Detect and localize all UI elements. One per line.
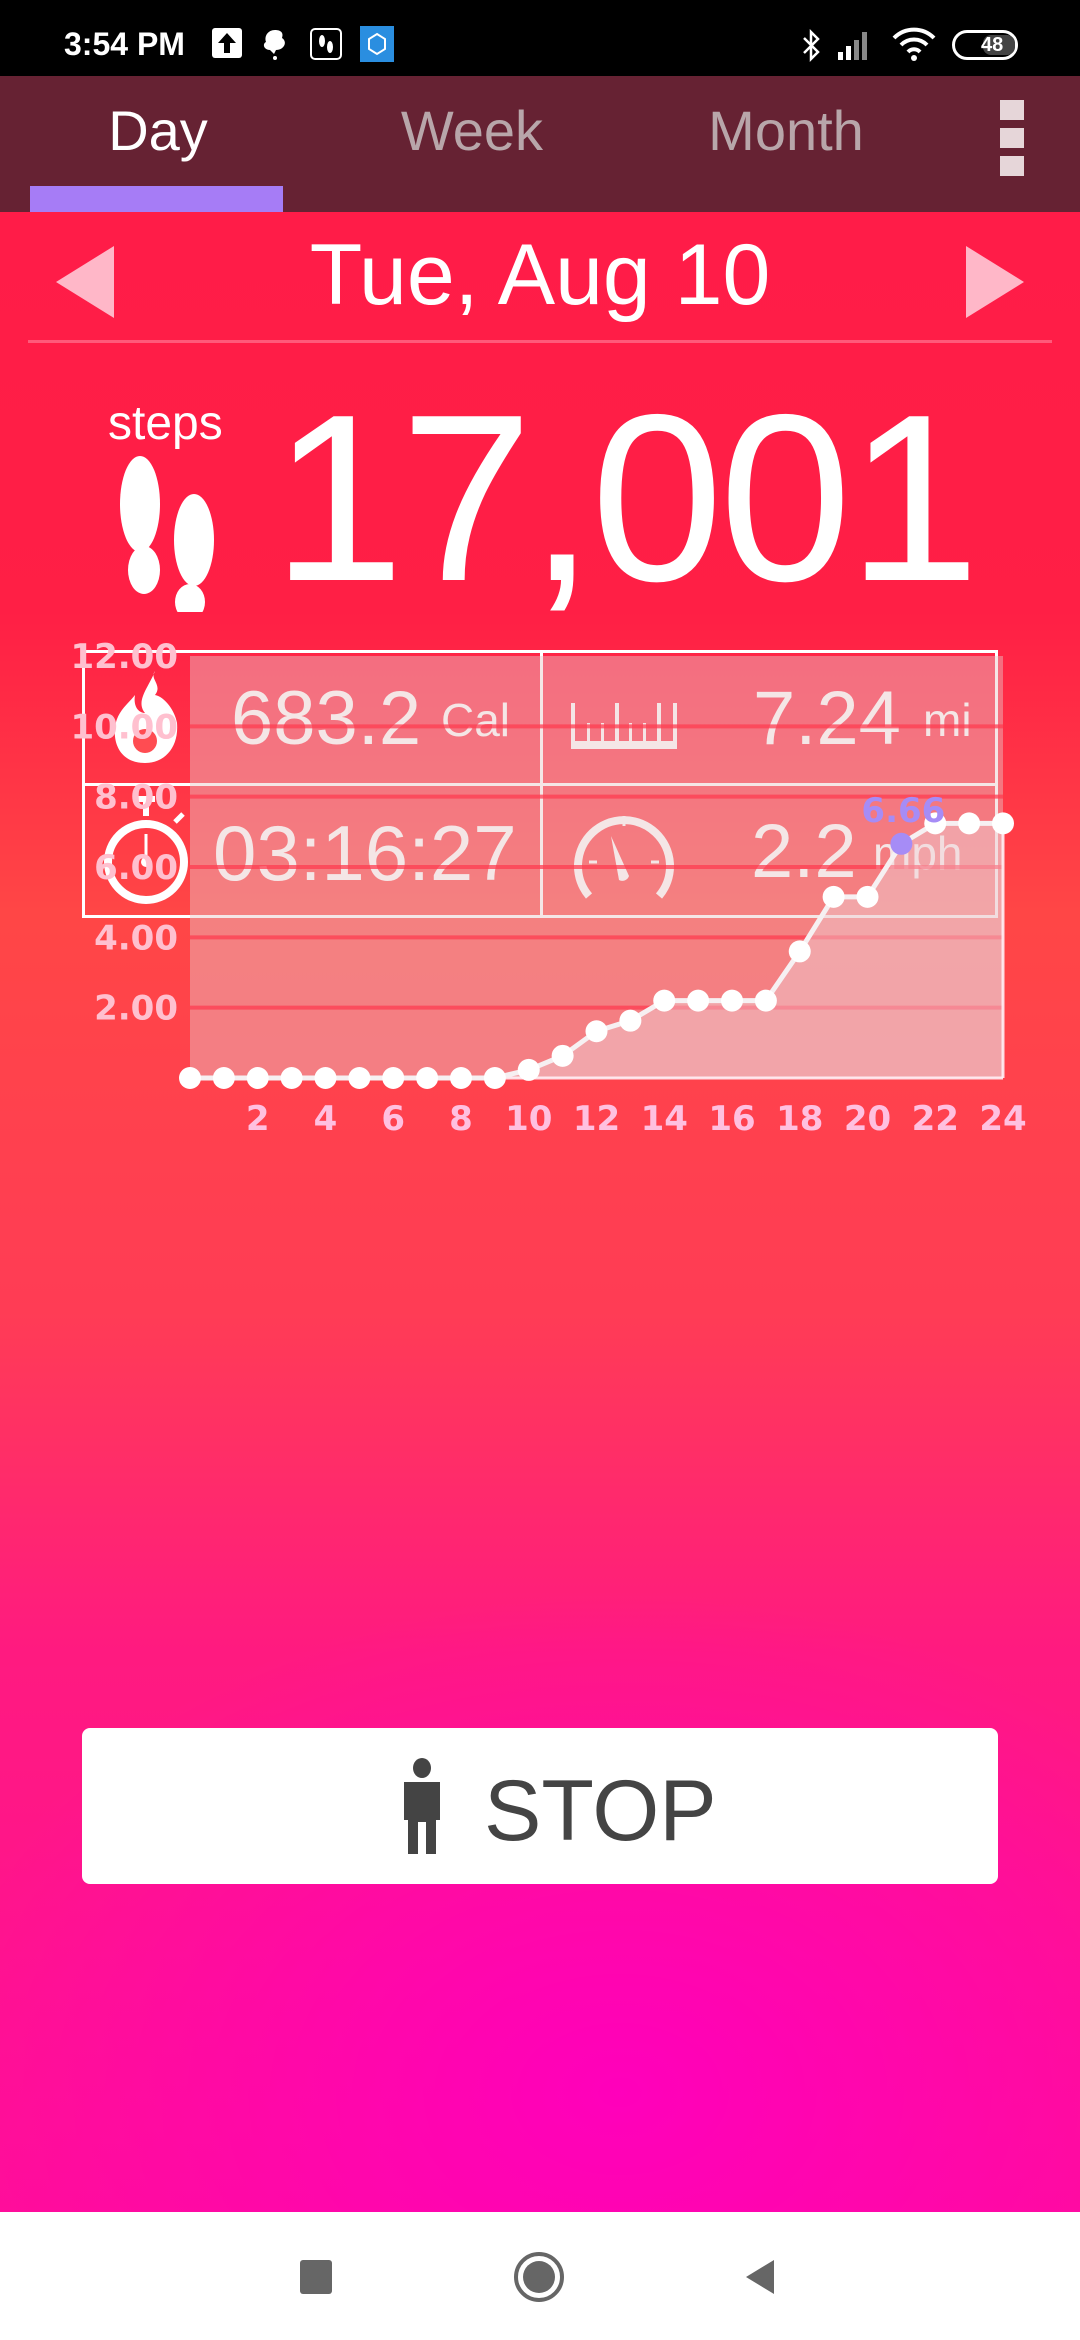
battery-level: 48 <box>981 34 1004 56</box>
tab-month[interactable]: Month <box>656 98 916 163</box>
period-tab-bar: Day Week Month <box>0 76 1080 212</box>
current-date: Tue, Aug 10 <box>309 227 771 323</box>
x-tick-label: 6 <box>381 1099 405 1139</box>
x-tick-label: 10 <box>505 1099 552 1139</box>
footsteps-app-icon <box>310 28 342 60</box>
data-point <box>687 989 710 1012</box>
x-tick-label: 12 <box>573 1099 620 1139</box>
data-point <box>721 989 743 1012</box>
active-tab-indicator <box>30 186 283 212</box>
back-button[interactable] <box>744 2258 776 2296</box>
signal-icon <box>838 32 867 60</box>
data-point <box>856 885 879 908</box>
main-content: Tue, Aug 10 steps 17,001 683.2 Cal <box>0 212 1080 2212</box>
date-navigator: Tue, Aug 10 <box>0 212 1080 342</box>
system-navigation-bar <box>0 2212 1080 2340</box>
data-point <box>212 1067 235 1089</box>
x-tick-label: 20 <box>844 1099 891 1139</box>
wifi-icon <box>892 27 936 61</box>
data-point <box>416 1067 439 1089</box>
data-point <box>280 1067 303 1089</box>
y-tick-label: 2.00 <box>94 989 178 1029</box>
x-tick-label: 16 <box>708 1099 755 1139</box>
x-tick-label: 22 <box>912 1099 959 1139</box>
y-tick-label: 6.00 <box>94 848 178 888</box>
data-point <box>619 1009 642 1032</box>
next-day-arrow-icon[interactable] <box>966 246 1024 318</box>
data-point <box>992 812 1014 835</box>
highlighted-data-point <box>890 832 913 855</box>
status-bar: 3:54 PM 48 <box>0 0 1080 76</box>
stop-button[interactable]: STOP <box>82 1728 998 1884</box>
data-point <box>179 1067 201 1089</box>
distance-by-hour-chart: 2.004.006.008.0010.0012.002 4 6 8 10 12 14 16 18… <box>70 642 1026 1139</box>
status-time: 3:54 PM <box>64 26 185 62</box>
data-point <box>788 940 811 963</box>
data-point <box>551 1044 574 1067</box>
steps-label: steps <box>108 397 223 450</box>
data-point <box>585 1020 608 1043</box>
y-tick-label: 8.00 <box>94 778 178 818</box>
data-point <box>517 1058 540 1081</box>
data-point <box>246 1067 269 1089</box>
upload-icon <box>212 28 242 58</box>
battery-icon: 48 <box>952 30 1018 60</box>
x-tick-label: 2 <box>246 1099 270 1139</box>
tab-week[interactable]: Week <box>342 98 602 163</box>
y-tick-label: 4.00 <box>94 918 178 958</box>
recents-button[interactable] <box>300 2260 332 2294</box>
data-point <box>382 1067 405 1089</box>
x-tick-label: 14 <box>641 1099 688 1139</box>
data-point <box>314 1067 337 1089</box>
y-tick-label: 12.00 <box>70 642 178 677</box>
data-point <box>450 1067 472 1089</box>
stop-button-label: STOP <box>484 1763 717 1859</box>
data-point <box>958 812 981 835</box>
data-point <box>754 989 777 1012</box>
home-button[interactable] <box>514 2252 564 2302</box>
x-tick-label: 8 <box>449 1099 473 1139</box>
data-point <box>348 1067 371 1089</box>
bug-icon <box>263 30 285 60</box>
mi-app-icon <box>360 26 394 62</box>
data-point <box>483 1067 506 1089</box>
x-tick-label: 4 <box>314 1099 338 1139</box>
divider <box>28 340 1052 343</box>
y-tick-label: 10.00 <box>70 707 178 747</box>
footprints-icon <box>120 456 214 612</box>
tab-day[interactable]: Day <box>28 98 288 163</box>
highlight-value-label: 6.66 <box>861 791 945 831</box>
x-tick-label: 18 <box>776 1099 823 1139</box>
x-tick-label: 24 <box>979 1099 1026 1139</box>
data-point <box>822 885 845 908</box>
step-count: 17,001 <box>272 366 980 631</box>
bluetooth-icon <box>803 28 820 63</box>
overflow-menu-icon[interactable] <box>1000 100 1026 184</box>
data-point <box>653 989 676 1012</box>
person-icon <box>404 1758 440 1854</box>
